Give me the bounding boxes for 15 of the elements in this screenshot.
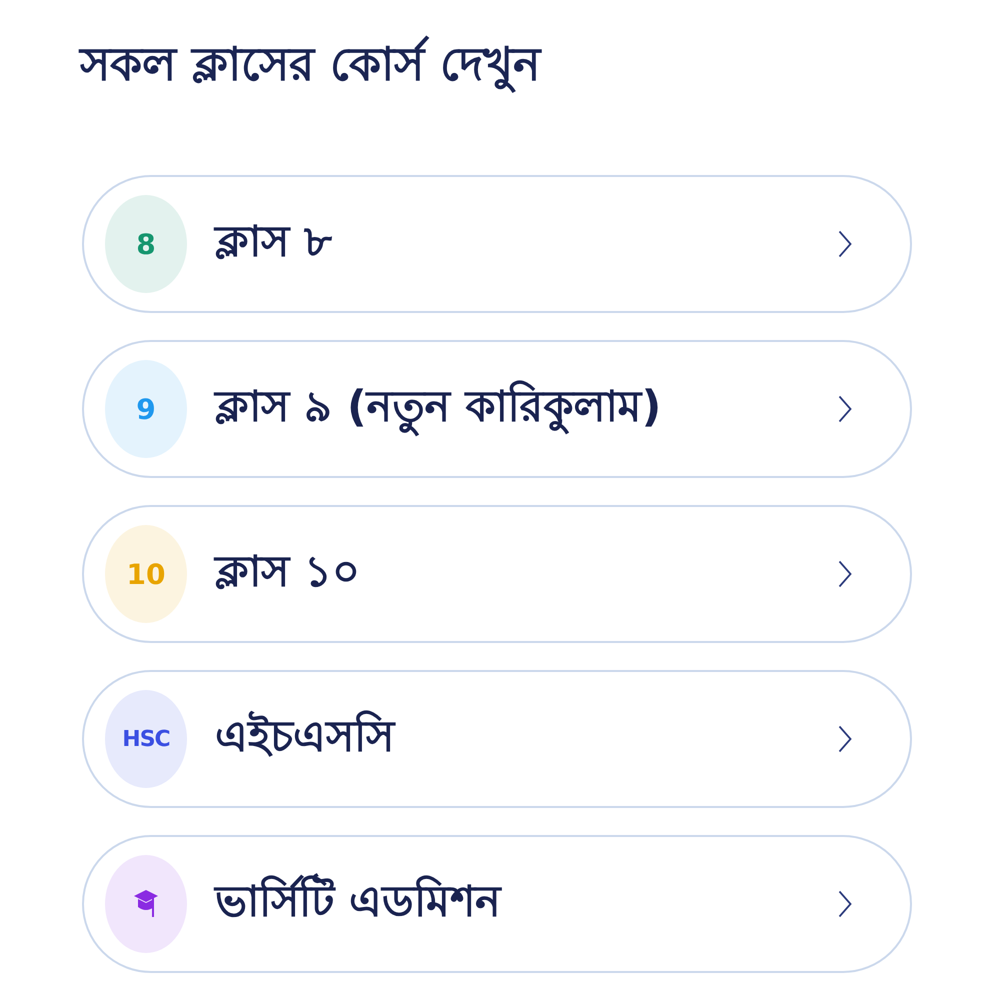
class-link[interactable]: ভার্সিটি এডমিশন: [82, 835, 912, 973]
chevron-right-icon: [838, 395, 852, 423]
class-link[interactable]: 10 ক্লাস ১০: [82, 505, 912, 643]
class-link[interactable]: 9 ক্লাস ৯ (নতুন কারিকুলাম): [82, 340, 912, 478]
class-link[interactable]: HSC এইচএসসি: [82, 670, 912, 808]
class-badge: 8: [105, 195, 187, 293]
chevron-right-icon: [838, 230, 852, 258]
section-heading: সকল ক্লাসের কোর্স দেখুন: [80, 34, 540, 95]
class-badge: 10: [105, 525, 187, 623]
class-badge: 9: [105, 360, 187, 458]
class-link[interactable]: 8 ক্লাস ৮: [82, 175, 912, 313]
chevron-right-icon: [838, 890, 852, 918]
chevron-right-icon: [838, 560, 852, 588]
chevron-right-icon: [838, 725, 852, 753]
class-badge: HSC: [105, 690, 187, 788]
